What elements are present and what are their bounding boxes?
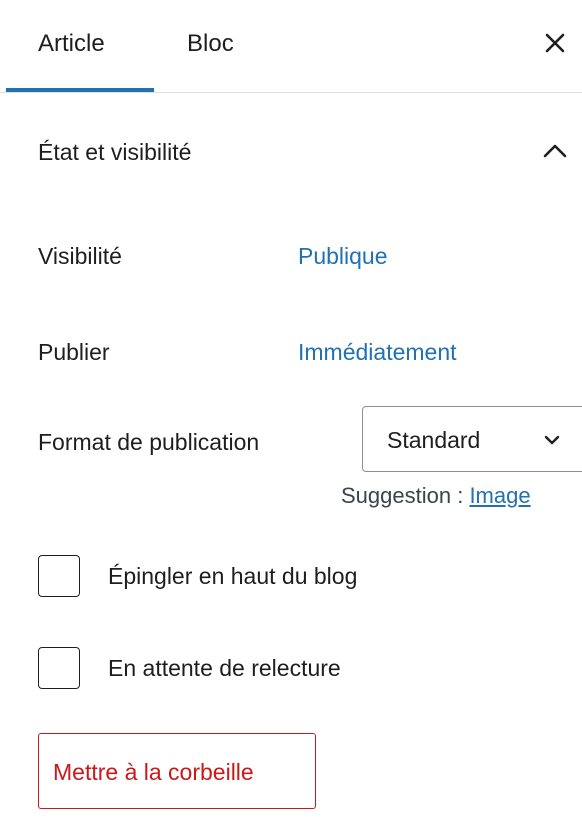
tab-article[interactable]: Article <box>38 30 105 58</box>
tabs-divider <box>0 92 582 93</box>
move-to-trash-button[interactable]: Mettre à la corbeille <box>38 733 316 809</box>
post-format-selected-value: Standard <box>387 427 481 453</box>
post-format-select[interactable]: Standard <box>362 406 582 472</box>
publish-date-link[interactable]: Immédiatement <box>298 339 457 366</box>
suggestion-image-link[interactable]: Image <box>469 483 530 508</box>
move-to-trash-label: Mettre à la corbeille <box>53 759 254 785</box>
close-icon <box>545 33 565 53</box>
publish-label: Publier <box>38 339 110 365</box>
format-suggestion: Suggestion : Image <box>341 483 531 509</box>
close-button[interactable] <box>538 26 572 60</box>
pending-review-label: En attente de relecture <box>108 655 341 681</box>
chevron-up-icon <box>543 144 567 158</box>
visibility-label: Visibilité <box>38 243 122 269</box>
visibility-toggle-link[interactable]: Publique <box>298 243 388 270</box>
chevron-down-icon <box>544 435 560 445</box>
sidebar-tabs: Article Bloc <box>0 0 582 95</box>
suggestion-prefix: Suggestion : <box>341 483 470 508</box>
sticky-post-label: Épingler en haut du blog <box>108 563 358 589</box>
panel-title: État et visibilité <box>38 139 192 165</box>
pending-review-checkbox[interactable] <box>38 647 80 689</box>
tab-bloc[interactable]: Bloc <box>187 30 234 58</box>
sticky-post-checkbox[interactable] <box>38 555 80 597</box>
status-visibility-panel-toggle[interactable]: État et visibilité <box>0 118 582 184</box>
post-format-label: Format de publication <box>38 429 260 455</box>
